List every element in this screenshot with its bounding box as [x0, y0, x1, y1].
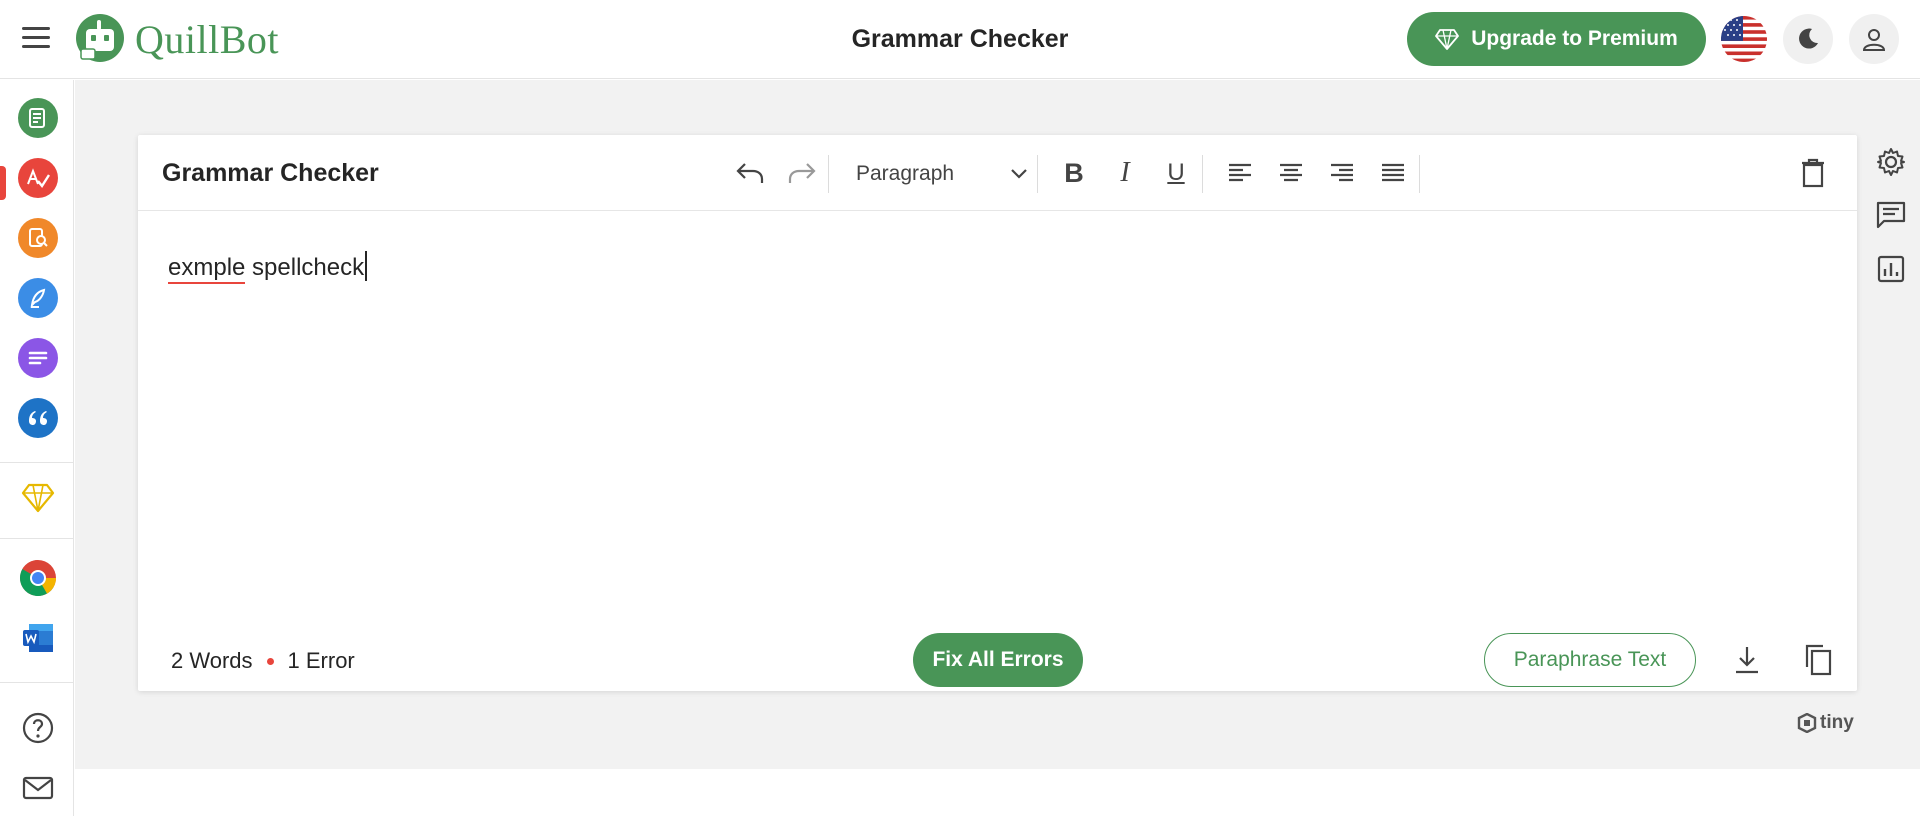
fix-all-errors-button[interactable]: Fix All Errors — [913, 633, 1083, 687]
toolbar-separator — [828, 155, 829, 193]
premium-diamond-icon[interactable] — [18, 478, 58, 518]
plagiarism-checker-icon[interactable] — [18, 218, 58, 258]
bold-label: B — [1064, 157, 1084, 188]
co-writer-icon[interactable] — [18, 278, 58, 318]
toolbar-separator — [1202, 155, 1203, 193]
editor-title: Grammar Checker — [162, 159, 379, 187]
align-left-icon[interactable] — [1220, 155, 1260, 191]
align-right-icon[interactable] — [1322, 155, 1362, 191]
copy-icon[interactable] — [1800, 641, 1836, 679]
us-flag-language-icon[interactable] — [1721, 16, 1767, 62]
upgrade-premium-button[interactable]: Upgrade to Premium — [1407, 12, 1706, 66]
paraphraser-icon[interactable] — [18, 98, 58, 138]
tiny-brand-label: tiny — [1820, 712, 1854, 733]
paraphrase-text-button[interactable]: Paraphrase Text — [1484, 633, 1696, 687]
citation-generator-icon[interactable] — [18, 398, 58, 438]
editor-text: spellcheck — [245, 254, 365, 281]
redo-icon[interactable] — [782, 155, 822, 191]
underline-label: U — [1167, 159, 1185, 186]
sidebar-divider — [0, 538, 74, 539]
brand-name[interactable]: QuillBot — [135, 16, 279, 63]
editor-toolbar: Grammar Checker Paragraph B I U — [138, 135, 1857, 211]
help-icon[interactable] — [18, 708, 58, 748]
tiny-logo-icon — [1797, 713, 1817, 733]
error-count-label: 1 Error — [287, 648, 355, 673]
quillbot-logo-icon[interactable] — [73, 13, 127, 63]
toolbar-separator — [1419, 155, 1420, 193]
misspelled-word[interactable]: exmple — [168, 254, 246, 284]
trash-icon[interactable] — [1793, 155, 1833, 191]
dark-mode-moon-icon[interactable] — [1783, 14, 1833, 64]
chrome-extension-icon[interactable] — [18, 558, 58, 598]
diamond-icon — [1435, 29, 1460, 50]
mail-icon[interactable] — [18, 768, 58, 808]
menu-icon[interactable] — [22, 27, 52, 51]
download-icon[interactable] — [1729, 641, 1765, 679]
summarizer-icon[interactable] — [18, 338, 58, 378]
error-dot-icon — [266, 657, 274, 665]
word-addin-icon[interactable] — [18, 618, 58, 658]
top-bar: QuillBot Grammar Checker Upgrade to Prem… — [0, 0, 1920, 79]
paragraph-select-value: Paragraph — [856, 162, 955, 185]
grammar-checker-icon[interactable] — [18, 158, 58, 198]
chevron-down-icon — [1011, 169, 1027, 179]
text-caret — [365, 251, 368, 281]
underline-button[interactable]: U — [1156, 155, 1196, 191]
sidebar-divider — [0, 682, 74, 683]
word-count-label: 2 Words — [171, 648, 253, 673]
comments-icon[interactable] — [1873, 197, 1909, 233]
word-error-count: 2 Words 1 Error — [171, 648, 355, 674]
bold-button[interactable]: B — [1054, 155, 1094, 191]
align-justify-icon[interactable] — [1373, 155, 1413, 191]
align-center-icon[interactable] — [1271, 155, 1311, 191]
italic-label: I — [1120, 157, 1130, 188]
paragraph-format-select[interactable]: Paragraph — [844, 155, 1034, 193]
active-indicator — [0, 166, 6, 200]
left-sidebar — [0, 80, 74, 816]
upgrade-label: Upgrade to Premium — [1471, 27, 1678, 50]
undo-icon[interactable] — [730, 155, 770, 191]
editor-card: Grammar Checker Paragraph B I U exmple s… — [138, 135, 1857, 691]
editor-footer: 2 Words 1 Error Fix All Errors Paraphras… — [138, 629, 1857, 691]
text-editor[interactable]: exmple spellcheck — [168, 251, 368, 284]
account-icon[interactable] — [1849, 14, 1899, 64]
toolbar-separator — [1037, 155, 1038, 193]
sidebar-divider — [0, 462, 74, 463]
statistics-chart-icon[interactable] — [1873, 251, 1909, 287]
italic-button[interactable]: I — [1105, 155, 1145, 191]
settings-gear-icon[interactable] — [1873, 144, 1909, 180]
page-title: Grammar Checker — [851, 25, 1069, 53]
tiny-editor-brand[interactable]: tiny — [1797, 712, 1854, 734]
